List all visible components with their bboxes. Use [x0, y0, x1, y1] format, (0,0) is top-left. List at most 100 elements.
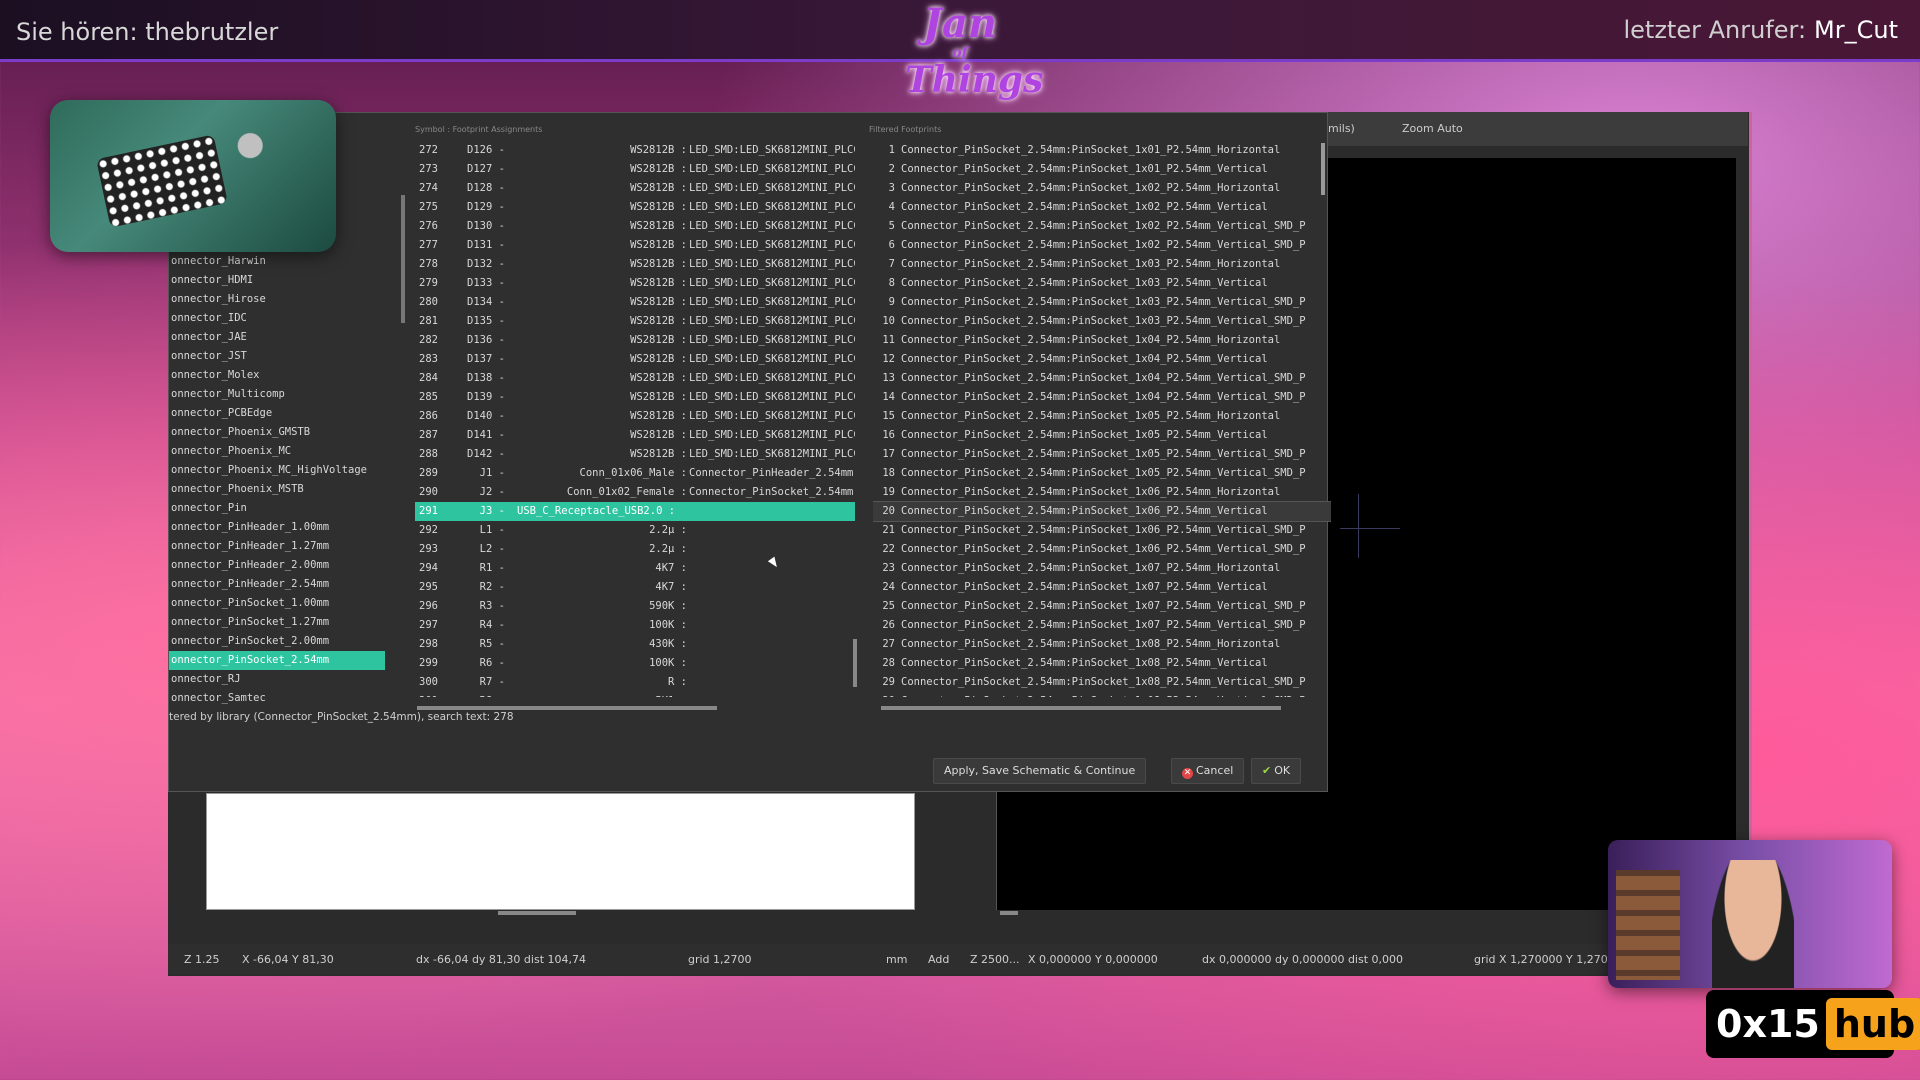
filtered-footprint-row[interactable]: 14 Connector_PinSocket_2.54mm:PinSocket_1…	[873, 388, 1331, 407]
library-item[interactable]: onnector_Pin	[169, 499, 405, 518]
filtered-footprint-row[interactable]: 22 Connector_PinSocket_2.54mm:PinSocket_1…	[873, 540, 1331, 559]
assignment-row[interactable]: 295 R2 - 4K7 :	[415, 578, 855, 597]
library-item[interactable]: onnector_PinSocket_1.27mm	[169, 613, 405, 632]
assignment-row[interactable]: 301 R8 - 5K1 :	[415, 692, 855, 697]
assignment-row[interactable]: 296 R3 - 590K :	[415, 597, 855, 616]
filtered-footprint-row[interactable]: 16 Connector_PinSocket_2.54mm:PinSocket_1…	[873, 426, 1331, 445]
canvas-scrollbar[interactable]	[1000, 911, 1018, 915]
assignment-hscrollbar[interactable]	[417, 706, 717, 710]
library-item[interactable]: onnector_Phoenix_GMSTB	[169, 423, 405, 442]
filtered-footprint-row[interactable]: 20 Connector_PinSocket_2.54mm:PinSocket_1…	[873, 501, 1331, 522]
library-item[interactable]: onnector_PinSocket_1.00mm	[169, 594, 405, 613]
filtered-footprint-row[interactable]: 29 Connector_PinSocket_2.54mm:PinSocket_1…	[873, 673, 1331, 692]
assignment-row[interactable]: 294 R1 - 4K7 :	[415, 559, 855, 578]
library-scrollbar[interactable]	[401, 195, 405, 323]
library-item[interactable]: onnector_Molex	[169, 366, 405, 385]
library-item[interactable]: onnector_Phoenix_MC	[169, 442, 405, 461]
assignment-row[interactable]: 292 L1 - 2.2µ :	[415, 521, 855, 540]
filtered-footprint-row[interactable]: 4 Connector_PinSocket_2.54mm:PinSocket_1x…	[873, 198, 1331, 217]
filtered-footprint-list[interactable]: 1 Connector_PinSocket_2.54mm:PinSocket_1x…	[873, 141, 1331, 697]
filtered-footprint-row[interactable]: 24 Connector_PinSocket_2.54mm:PinSocket_1…	[873, 578, 1331, 597]
zoom-dropdown[interactable]: Zoom Auto	[1402, 122, 1463, 135]
library-item[interactable]: onnector_Phoenix_MSTB	[169, 480, 405, 499]
filtered-footprint-row[interactable]: 6 Connector_PinSocket_2.54mm:PinSocket_1x…	[873, 236, 1331, 255]
filtered-footprint-row[interactable]: 7 Connector_PinSocket_2.54mm:PinSocket_1x…	[873, 255, 1331, 274]
library-item[interactable]: onnector_PinHeader_2.54mm	[169, 575, 405, 594]
filtered-footprint-row[interactable]: 15 Connector_PinSocket_2.54mm:PinSocket_1…	[873, 407, 1331, 426]
library-item[interactable]: onnector_IDC	[169, 309, 405, 328]
library-item[interactable]: onnector_JST	[169, 347, 405, 366]
library-item[interactable]: onnector_Samtec	[169, 689, 405, 708]
filtered-footprint-row[interactable]: 5 Connector_PinSocket_2.54mm:PinSocket_1x…	[873, 217, 1331, 236]
filtered-footprint-row[interactable]: 1 Connector_PinSocket_2.54mm:PinSocket_1x…	[873, 141, 1331, 160]
assignment-row[interactable]: 275 D129 - WS2812B : LED_SMD:LED_SK6812MINI…	[415, 198, 855, 217]
filtered-footprint-row[interactable]: 27 Connector_PinSocket_2.54mm:PinSocket_1…	[873, 635, 1331, 654]
assignment-row[interactable]: 284 D138 - WS2812B : LED_SMD:LED_SK6812MINI…	[415, 369, 855, 388]
assignment-row[interactable]: 299 R6 - 100K :	[415, 654, 855, 673]
library-item[interactable]: onnector_Hirose	[169, 290, 405, 309]
filtered-footprint-row[interactable]: 3 Connector_PinSocket_2.54mm:PinSocket_1x…	[873, 179, 1331, 198]
ok-button[interactable]: ✔ OK	[1251, 758, 1302, 784]
filtered-footprint-row[interactable]: 17 Connector_PinSocket_2.54mm:PinSocket_1…	[873, 445, 1331, 464]
assignment-row[interactable]: 300 R7 - R :	[415, 673, 855, 692]
filtered-footprint-row[interactable]: 23 Connector_PinSocket_2.54mm:PinSocket_1…	[873, 559, 1331, 578]
filtered-hscrollbar[interactable]	[881, 706, 1281, 710]
assignment-row[interactable]: 288 D142 - WS2812B : LED_SMD:LED_SK6812MINI…	[415, 445, 855, 464]
assignment-row[interactable]: 291 J3 - USB_C_Receptacle_USB2.0 :	[415, 502, 855, 521]
library-item[interactable]: onnector_Phoenix_MC_HighVoltage	[169, 461, 405, 480]
library-item[interactable]: onnector_JAE	[169, 328, 405, 347]
library-item[interactable]: onnector_Multicomp	[169, 385, 405, 404]
filtered-footprint-row[interactable]: 11 Connector_PinSocket_2.54mm:PinSocket_1…	[873, 331, 1331, 350]
assignment-row[interactable]: 272 D126 - WS2812B : LED_SMD:LED_SK6812MINI…	[415, 141, 855, 160]
library-item[interactable]: onnector_Harwin	[169, 252, 405, 271]
filtered-footprint-row[interactable]: 25 Connector_PinSocket_2.54mm:PinSocket_1…	[873, 597, 1331, 616]
filtered-footprint-row[interactable]: 18 Connector_PinSocket_2.54mm:PinSocket_1…	[873, 464, 1331, 483]
filtered-footprint-row[interactable]: 13 Connector_PinSocket_2.54mm:PinSocket_1…	[873, 369, 1331, 388]
assignment-reference: D129 -	[467, 201, 505, 213]
assignment-row[interactable]: 287 D141 - WS2812B : LED_SMD:LED_SK6812MINI…	[415, 426, 855, 445]
assignment-row[interactable]: 285 D139 - WS2812B : LED_SMD:LED_SK6812MINI…	[415, 388, 855, 407]
cancel-button[interactable]: ✕ Cancel	[1171, 758, 1245, 784]
library-item[interactable]: onnector_PCBEdge	[169, 404, 405, 423]
assignment-row[interactable]: 293 L2 - 2.2µ :	[415, 540, 855, 559]
library-item[interactable]: onnector_HDMI	[169, 271, 405, 290]
assignment-row[interactable]: 273 D127 - WS2812B : LED_SMD:LED_SK6812MINI…	[415, 160, 855, 179]
assignment-row[interactable]: 283 D137 - WS2812B : LED_SMD:LED_SK6812MINI…	[415, 350, 855, 369]
assignment-list[interactable]: 272 D126 - WS2812B : LED_SMD:LED_SK6812MINI…	[415, 141, 855, 697]
library-item[interactable]: onnector_PinSocket_2.00mm	[169, 632, 405, 651]
assignment-row[interactable]: 289 J1 - Conn_01x06_Male : Connector_PinHe…	[415, 464, 855, 483]
library-item[interactable]: onnector_RJ	[169, 670, 405, 689]
filtered-footprint-row[interactable]: 2 Connector_PinSocket_2.54mm:PinSocket_1x…	[873, 160, 1331, 179]
assignment-row[interactable]: 274 D128 - WS2812B : LED_SMD:LED_SK6812MINI…	[415, 179, 855, 198]
filtered-scrollbar[interactable]	[1321, 143, 1325, 195]
filtered-footprint-row[interactable]: 28 Connector_PinSocket_2.54mm:PinSocket_1…	[873, 654, 1331, 673]
assignment-row[interactable]: 279 D133 - WS2812B : LED_SMD:LED_SK6812MINI…	[415, 274, 855, 293]
assignment-row[interactable]: 276 D130 - WS2812B : LED_SMD:LED_SK6812MINI…	[415, 217, 855, 236]
filtered-footprint-row[interactable]: 10 Connector_PinSocket_2.54mm:PinSocket_1…	[873, 312, 1331, 331]
units-dropdown[interactable]: mils)	[1328, 122, 1355, 135]
assignment-row[interactable]: 298 R5 - 430K :	[415, 635, 855, 654]
library-list[interactable]: onnector_FFC-FPConnector_Harwinonnector_…	[169, 233, 405, 819]
assignment-row[interactable]: 280 D134 - WS2812B : LED_SMD:LED_SK6812MINI…	[415, 293, 855, 312]
filtered-footprint-row[interactable]: 26 Connector_PinSocket_2.54mm:PinSocket_1…	[873, 616, 1331, 635]
assignment-row[interactable]: 297 R4 - 100K :	[415, 616, 855, 635]
library-item[interactable]: onnector_PinHeader_2.00mm	[169, 556, 405, 575]
filtered-footprint-row[interactable]: 8 Connector_PinSocket_2.54mm:PinSocket_1x…	[873, 274, 1331, 293]
library-item[interactable]: onnector_PinSocket_2.54mm	[169, 651, 385, 670]
library-item[interactable]: onnector_PinHeader_1.27mm	[169, 537, 405, 556]
assignment-row[interactable]: 281 D135 - WS2812B : LED_SMD:LED_SK6812MINI…	[415, 312, 855, 331]
preview-scrollbar[interactable]	[498, 911, 576, 915]
filtered-footprint-row[interactable]: 9 Connector_PinSocket_2.54mm:PinSocket_1x…	[873, 293, 1331, 312]
assignment-row[interactable]: 286 D140 - WS2812B : LED_SMD:LED_SK6812MINI…	[415, 407, 855, 426]
filtered-footprint-row[interactable]: 19 Connector_PinSocket_2.54mm:PinSocket_1…	[873, 483, 1331, 502]
assignment-row[interactable]: 290 J2 - Conn_01x02_Female : Connector_Pin…	[415, 483, 855, 502]
filtered-footprint-row[interactable]: 30 Connector_PinSocket_2.54mm:PinSocket_1…	[873, 692, 1331, 697]
filtered-footprint-row[interactable]: 21 Connector_PinSocket_2.54mm:PinSocket_1…	[873, 521, 1331, 540]
filtered-footprint-row[interactable]: 12 Connector_PinSocket_2.54mm:PinSocket_1…	[873, 350, 1331, 369]
assignment-row[interactable]: 277 D131 - WS2812B : LED_SMD:LED_SK6812MINI…	[415, 236, 855, 255]
apply-save-continue-button[interactable]: Apply, Save Schematic & Continue	[933, 758, 1147, 784]
assignment-row[interactable]: 282 D136 - WS2812B : LED_SMD:LED_SK6812MINI…	[415, 331, 855, 350]
assignment-scrollbar[interactable]	[853, 639, 857, 687]
library-item[interactable]: onnector_PinHeader_1.00mm	[169, 518, 405, 537]
assignment-row[interactable]: 278 D132 - WS2812B : LED_SMD:LED_SK6812MINI…	[415, 255, 855, 274]
